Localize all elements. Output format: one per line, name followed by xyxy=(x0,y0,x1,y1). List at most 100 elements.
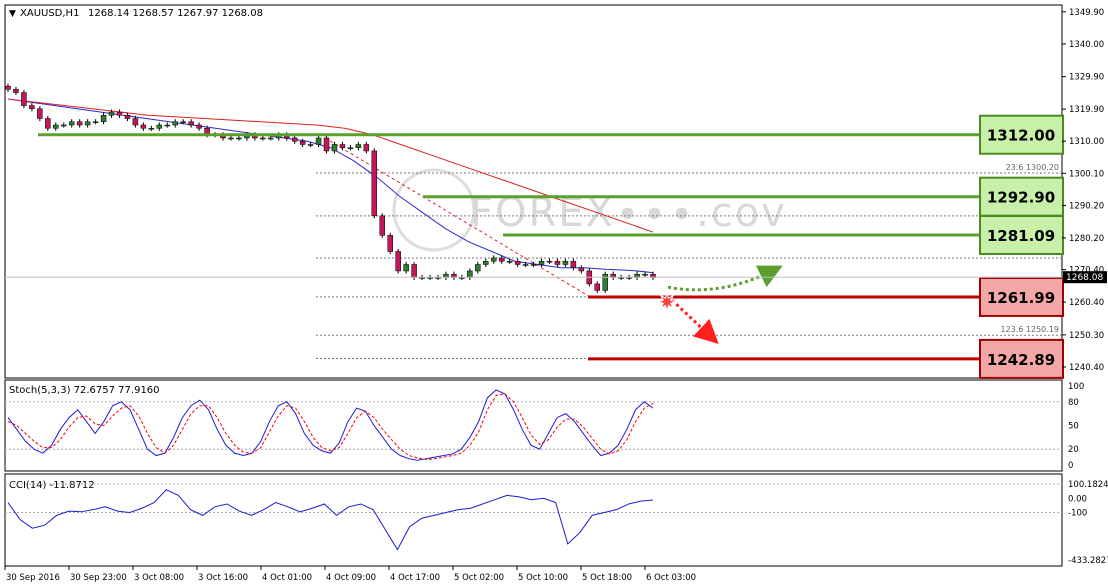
time-tick-label: 5 Oct 02:00 xyxy=(454,573,504,583)
candle-bullish xyxy=(331,144,338,152)
candle-bullish xyxy=(538,260,545,265)
candle-bearish xyxy=(188,121,194,126)
cci-line xyxy=(5,483,1062,551)
chart-ohlc: 1268.14 1268.57 1267.97 1268.08 xyxy=(88,8,263,19)
candle-bearish xyxy=(132,118,139,126)
candle-bullish xyxy=(236,137,242,140)
level-box-label: 1281.09 xyxy=(987,227,1055,245)
candle-bearish xyxy=(411,264,417,278)
level-box-label: 1261.99 xyxy=(987,289,1055,307)
forecast-arrows xyxy=(656,265,783,345)
price-tick-label: 1340.00 xyxy=(1069,40,1104,50)
candle-bullish xyxy=(475,264,481,272)
price-tick-label: 1290.20 xyxy=(1069,201,1104,211)
cci-tick-label: -100 xyxy=(1068,509,1087,519)
candle-bullish xyxy=(148,128,155,130)
current-price-value: 1268.08 xyxy=(1066,273,1103,283)
candle-bullish xyxy=(84,121,91,126)
price-levels: 1312.00 1292.90 1281.09 1261.99 1242.89 xyxy=(38,114,1064,379)
candle-bearish xyxy=(76,121,83,126)
stoch-tick-label: 80 xyxy=(1068,398,1079,408)
chart-symbol: XAUUSD,H1 xyxy=(20,8,79,19)
candle-bullish xyxy=(260,137,266,140)
price-tick-label: 1240.40 xyxy=(1069,363,1104,373)
candle-bearish xyxy=(554,260,561,265)
candle-bullish xyxy=(53,124,59,129)
price-tick-label: 1260.40 xyxy=(1069,298,1104,308)
candle-bullish xyxy=(522,264,529,266)
time-tick-label: 4 Oct 17:00 xyxy=(390,573,440,583)
candle-bearish xyxy=(29,105,35,110)
candle-bearish xyxy=(570,260,577,268)
cci-title: CCI(14) -11.8712 xyxy=(9,480,95,491)
stoch-axis: 100 80 50 20 0 xyxy=(1068,382,1084,471)
time-tick-label: 30 Sep 2016 xyxy=(6,573,60,583)
cci-tick-label: 100.1824 xyxy=(1068,480,1108,490)
candle-bearish xyxy=(371,150,378,217)
candle-bearish xyxy=(498,257,505,262)
candle-bearish xyxy=(323,137,330,152)
candle-bullish xyxy=(172,121,178,126)
fib-level-label: 123.6 1250.19 xyxy=(1000,325,1059,334)
candle-bearish xyxy=(196,124,202,129)
candle-bullish xyxy=(100,115,107,123)
candle-bullish xyxy=(180,121,186,124)
stoch-tick-label: 100 xyxy=(1068,382,1084,392)
time-tick-label: 3 Oct 16:00 xyxy=(198,573,248,583)
candle-bearish xyxy=(13,89,19,93)
cci-pane-frame xyxy=(4,473,1063,567)
candle-bearish xyxy=(395,251,401,272)
candle-bullish xyxy=(268,137,274,140)
fib-level-label: 23.6 1300.20 xyxy=(1006,163,1059,172)
candle-bearish xyxy=(379,215,386,236)
candle-bullish xyxy=(92,121,99,124)
price-tick-label: 1300.10 xyxy=(1069,169,1104,179)
candle-bullish xyxy=(68,121,75,126)
price-tick-label: 1310.00 xyxy=(1069,137,1104,147)
candle-bullish xyxy=(546,260,553,263)
level-box-label: 1292.90 xyxy=(987,189,1055,207)
candle-bullish xyxy=(490,257,497,262)
candle-bearish xyxy=(37,108,43,119)
candle-bullish xyxy=(164,124,171,127)
price-axis: 1349.90 1340.00 1329.90 1319.90 1310.00 1300.… xyxy=(1062,8,1104,373)
candle-bullish xyxy=(355,144,362,148)
time-tick-label: 3 Oct 08:00 xyxy=(134,573,184,583)
candle-bullish xyxy=(108,111,115,116)
candle-bullish xyxy=(315,137,322,145)
candle-bullish xyxy=(562,260,569,265)
breakout-burst-icon xyxy=(656,290,678,313)
stoch-title: Stoch(5,3,3) 72.6757 77.9160 xyxy=(9,385,160,396)
stoch-tick-label: 20 xyxy=(1068,445,1079,455)
price-tick-label: 1250.30 xyxy=(1069,331,1104,341)
current-price-tag: 1268.08 xyxy=(1063,271,1107,284)
bearish-forecast-arrow xyxy=(670,299,719,345)
stoch-tick-label: 0 xyxy=(1068,461,1073,471)
cci-main-line xyxy=(7,489,654,551)
time-axis: 30 Sep 2016 30 Sep 23:00 3 Oct 08:00 3 Oct … xyxy=(4,566,696,583)
time-tick-label: 30 Sep 23:00 xyxy=(70,573,127,583)
chart-header-arrow-icon[interactable]: ▼ xyxy=(9,9,16,19)
candle-bearish xyxy=(116,111,123,116)
candle-bearish xyxy=(140,124,147,129)
candle-bullish xyxy=(347,147,354,149)
candle-bearish xyxy=(291,137,298,142)
candle-bearish xyxy=(45,118,51,129)
candle-bearish xyxy=(299,140,306,145)
moving-averages xyxy=(7,98,654,274)
candle-bullish xyxy=(483,260,489,265)
candle-bullish xyxy=(60,124,67,127)
level-box-label: 1312.00 xyxy=(987,127,1055,145)
candle-bearish xyxy=(21,92,27,106)
candle-bullish xyxy=(228,137,234,140)
time-tick-label: 5 Oct 10:00 xyxy=(518,573,568,583)
candle-bullish xyxy=(602,273,608,291)
time-tick-label: 6 Oct 03:00 xyxy=(646,573,696,583)
candle-bearish xyxy=(387,235,393,252)
cci-tick-label: 0.00 xyxy=(1068,494,1087,504)
moving-average-fast xyxy=(7,98,654,274)
candle-bearish xyxy=(514,260,521,265)
candle-bullish xyxy=(467,270,473,278)
candle-bearish xyxy=(363,144,370,152)
candle-bullish xyxy=(307,144,314,146)
